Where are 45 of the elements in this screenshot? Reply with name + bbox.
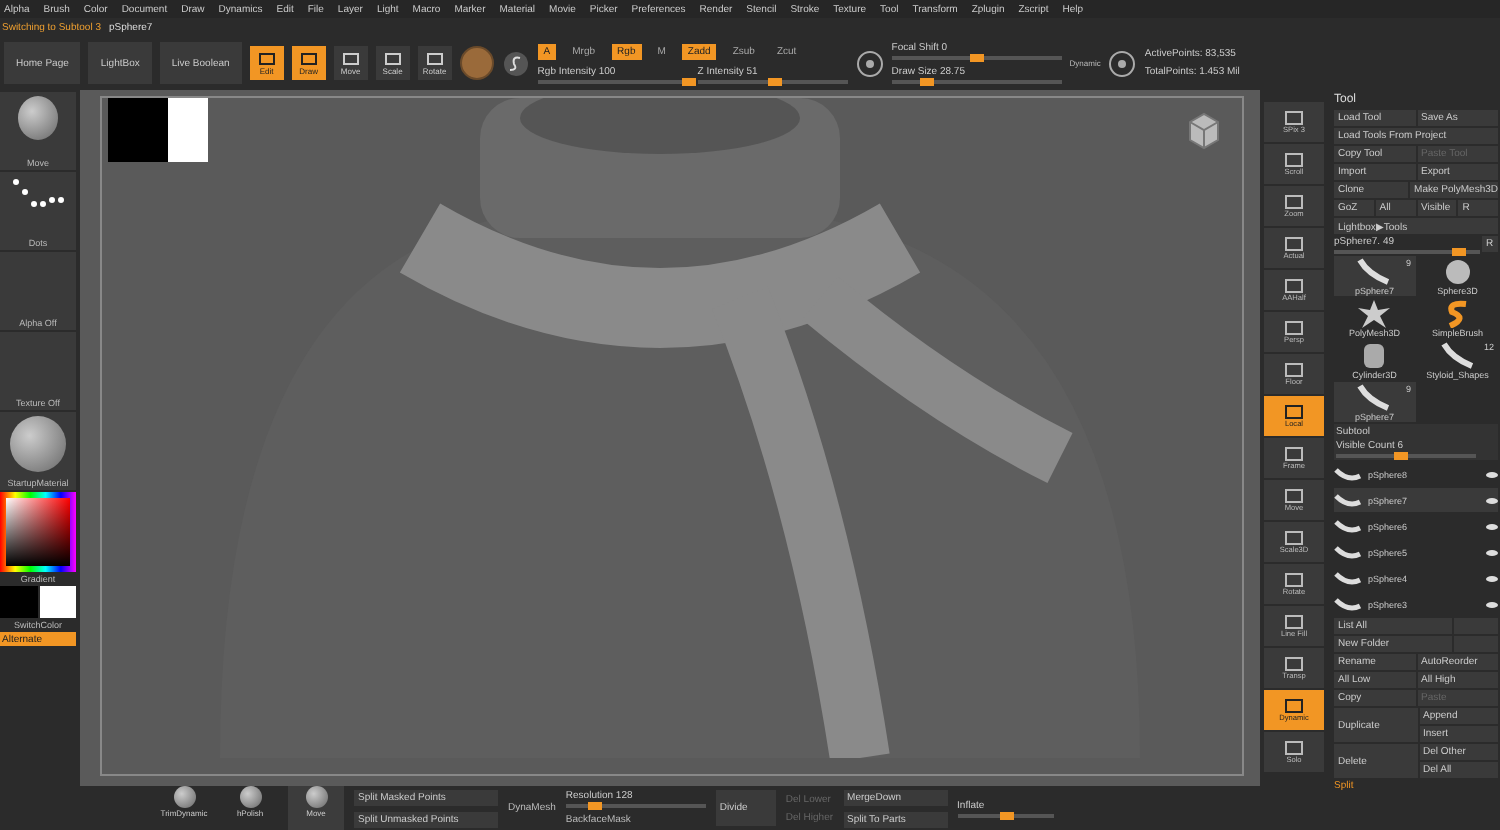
rope-shape-icon [1334, 466, 1362, 482]
frame-icon [1284, 362, 1304, 378]
color-swatch[interactable] [0, 586, 37, 618]
visibility-eye-icon[interactable] [1486, 575, 1498, 581]
rope-shape-icon [1334, 570, 1362, 586]
rope-shape-icon [1334, 544, 1362, 560]
color-swatch[interactable] [39, 586, 76, 618]
brush-preview-icon [18, 96, 58, 140]
rope-shape-icon [1334, 492, 1362, 508]
frame-icon [1284, 572, 1304, 588]
visibility-eye-icon[interactable] [1486, 601, 1498, 607]
mask-thumbnail-icon [108, 98, 208, 162]
frame-icon [257, 51, 276, 65]
frame-icon [1284, 152, 1304, 168]
brush-preview-icon [239, 786, 261, 808]
frame-icon [1284, 194, 1304, 210]
brush-s-icon[interactable] [501, 49, 530, 77]
brush-preview-icon [305, 786, 327, 808]
frame-icon [1284, 698, 1304, 714]
rope-shape-icon [1334, 518, 1362, 534]
frame-icon [299, 51, 318, 65]
visibility-eye-icon[interactable] [1486, 471, 1498, 477]
frame-icon [1284, 740, 1304, 756]
frame-icon [341, 51, 360, 65]
focal-circle-icon [855, 49, 884, 77]
frame-icon [1284, 446, 1304, 462]
frame-icon [383, 51, 402, 65]
visibility-eye-icon[interactable] [1486, 497, 1498, 503]
frame-icon [425, 51, 444, 65]
frame-icon [1284, 656, 1304, 672]
brush-preview-icon [173, 786, 195, 808]
frame-icon [1284, 236, 1304, 252]
frame-icon [1284, 404, 1304, 420]
frame-icon [1284, 614, 1304, 630]
frame-icon [1284, 278, 1304, 294]
frame-icon [1284, 488, 1304, 504]
points-circle-icon [1108, 49, 1137, 77]
frame-icon [1284, 110, 1304, 126]
frame-icon [1284, 530, 1304, 546]
frame-icon [1284, 320, 1304, 336]
visibility-eye-icon[interactable] [1486, 523, 1498, 529]
rope-shape-icon [1334, 596, 1362, 612]
material-sphere-icon [10, 416, 66, 472]
visibility-eye-icon[interactable] [1486, 549, 1498, 555]
color-picker[interactable] [0, 492, 76, 572]
